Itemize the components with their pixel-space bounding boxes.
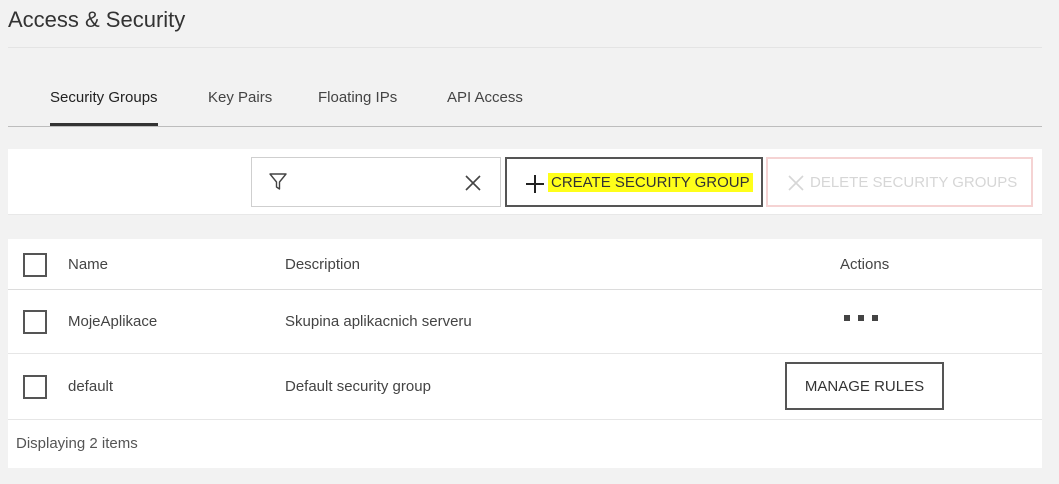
delete-security-groups-button[interactable]: DELETE SECURITY GROUPS bbox=[766, 157, 1033, 207]
filter-input[interactable] bbox=[296, 168, 456, 196]
select-all-checkbox[interactable] bbox=[23, 253, 47, 277]
column-header-description: Description bbox=[285, 256, 361, 273]
toolbar: CREATE SECURITY GROUP DELETE SECURITY GR… bbox=[8, 149, 1042, 215]
item-count: Displaying 2 items bbox=[16, 435, 138, 452]
page-title: Access & Security bbox=[8, 7, 186, 32]
security-groups-table: Name Description Actions MojeAplikace Sk… bbox=[8, 239, 1042, 468]
tab-api-access[interactable]: API Access bbox=[447, 74, 523, 126]
table-row: default Default security group MANAGE RU… bbox=[8, 354, 1042, 420]
manage-rules-button[interactable]: MANAGE RULES bbox=[785, 362, 944, 410]
table-row: MojeAplikace Skupina aplikacnich serveru bbox=[8, 290, 1042, 354]
clear-filter-icon[interactable] bbox=[464, 174, 482, 197]
column-header-actions: Actions bbox=[840, 256, 890, 273]
create-security-group-button[interactable]: CREATE SECURITY GROUP bbox=[505, 157, 763, 207]
more-options-icon[interactable] bbox=[844, 315, 878, 321]
delete-security-groups-label: DELETE SECURITY GROUPS bbox=[810, 174, 1018, 191]
row-description: Skupina aplikacnich serveru bbox=[285, 313, 472, 330]
filter-icon bbox=[268, 172, 288, 197]
create-security-group-label: CREATE SECURITY GROUP bbox=[548, 173, 753, 192]
title-divider bbox=[8, 47, 1042, 48]
close-icon bbox=[788, 175, 804, 194]
tab-key-pairs[interactable]: Key Pairs bbox=[208, 74, 272, 126]
plus-icon bbox=[525, 174, 545, 197]
row-name: default bbox=[68, 378, 114, 395]
row-description: Default security group bbox=[285, 378, 431, 395]
filter-field[interactable] bbox=[251, 157, 501, 207]
tab-floating-ips[interactable]: Floating IPs bbox=[318, 74, 397, 126]
column-header-name: Name bbox=[68, 256, 109, 273]
table-header: Name Description Actions bbox=[8, 239, 1042, 290]
row-checkbox[interactable] bbox=[23, 375, 47, 399]
row-name: MojeAplikace bbox=[68, 313, 158, 330]
row-checkbox[interactable] bbox=[23, 310, 47, 334]
tab-bar: Security Groups Key Pairs Floating IPs A… bbox=[8, 74, 1042, 127]
tab-security-groups[interactable]: Security Groups bbox=[50, 74, 158, 126]
